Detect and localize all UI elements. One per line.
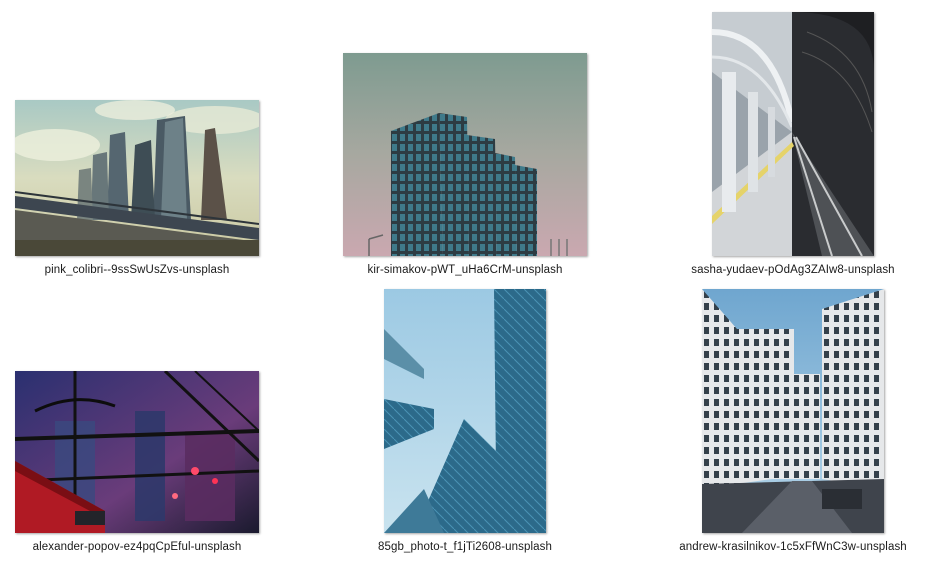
file-name: kir-simakov-pWT_uHa6CrM-unsplash — [367, 264, 563, 276]
image-thumbnail-icon[interactable] — [384, 289, 546, 533]
image-thumbnail-icon[interactable] — [343, 53, 587, 256]
file-item[interactable]: sasha-yudaev-pOdAg3ZAIw8-unsplash — [643, 10, 929, 280]
file-name: 85gb_photo-t_f1jTi2608-unsplash — [377, 541, 553, 553]
file-item[interactable]: pink_colibri--9ssSwUsZvs-unsplash — [0, 10, 287, 280]
file-name: pink_colibri--9ssSwUsZvs-unsplash — [44, 264, 230, 276]
image-thumbnail-icon[interactable] — [15, 100, 259, 256]
image-thumbnail-icon[interactable] — [15, 371, 259, 533]
file-item[interactable]: andrew-krasilnikov-1c5xFfWnC3w-unsplash — [643, 287, 929, 557]
file-item[interactable]: alexander-popov-ez4pqCpEful-unsplash — [0, 287, 287, 557]
file-name: andrew-krasilnikov-1c5xFfWnC3w-unsplash — [679, 541, 907, 553]
file-item[interactable]: 85gb_photo-t_f1jTi2608-unsplash — [315, 287, 615, 557]
file-grid: pink_colibri--9ssSwUsZvs-unsplash kir-si… — [0, 0, 929, 569]
file-item[interactable]: kir-simakov-pWT_uHa6CrM-unsplash — [315, 10, 615, 280]
image-thumbnail-icon[interactable] — [702, 289, 884, 533]
image-thumbnail-icon[interactable] — [712, 12, 874, 256]
file-name: sasha-yudaev-pOdAg3ZAIw8-unsplash — [691, 264, 895, 276]
file-name: alexander-popov-ez4pqCpEful-unsplash — [32, 541, 242, 553]
